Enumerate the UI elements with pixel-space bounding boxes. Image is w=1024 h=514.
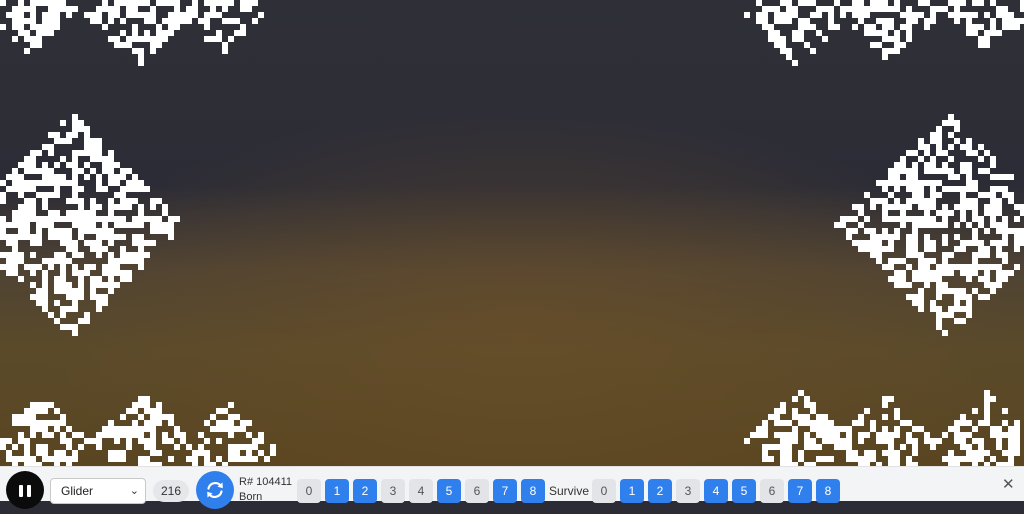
survive-toggle-0[interactable]: 0 <box>592 479 616 503</box>
survive-toggle-5[interactable]: 5 <box>732 479 756 503</box>
close-icon[interactable]: ✕ <box>1002 475 1015 493</box>
pattern-select[interactable]: Glider ⌄ <box>50 478 146 504</box>
born-toggle-0[interactable]: 0 <box>297 479 321 503</box>
pause-icon <box>19 485 23 497</box>
pause-icon-bar <box>27 485 31 497</box>
born-toggle-5[interactable]: 5 <box>437 479 461 503</box>
born-toggle-2[interactable]: 2 <box>353 479 377 503</box>
generation-counter: 216 <box>153 480 189 502</box>
survive-toggle-8[interactable]: 8 <box>816 479 840 503</box>
survive-label: Survive <box>549 484 590 498</box>
born-toggle-7[interactable]: 7 <box>493 479 517 503</box>
reseed-button[interactable] <box>196 471 234 509</box>
cell-grid <box>0 0 1024 466</box>
born-label: Born <box>239 491 263 503</box>
survive-toggle-6[interactable]: 6 <box>760 479 784 503</box>
born-toggle-3[interactable]: 3 <box>381 479 405 503</box>
survive-toggle-7[interactable]: 7 <box>788 479 812 503</box>
survive-toggle-2[interactable]: 2 <box>648 479 672 503</box>
pattern-select-value: Glider <box>61 484 94 498</box>
seed-label: R# 104411 <box>239 476 293 488</box>
born-toggle-6[interactable]: 6 <box>465 479 489 503</box>
survive-toggle-3[interactable]: 3 <box>676 479 700 503</box>
born-toggle-4[interactable]: 4 <box>409 479 433 503</box>
survive-toggle-4[interactable]: 4 <box>704 479 728 503</box>
refresh-icon <box>207 482 223 498</box>
live-cells <box>0 0 1024 466</box>
born-toggle-8[interactable]: 8 <box>521 479 545 503</box>
chevron-down-icon: ⌄ <box>129 485 139 497</box>
survive-toggle-1[interactable]: 1 <box>620 479 644 503</box>
toolbar: Glider ⌄ 216 R# 104411 Born 012345678 Su… <box>0 466 1024 509</box>
born-toggle-1[interactable]: 1 <box>325 479 349 503</box>
simulation-canvas[interactable] <box>0 0 1024 466</box>
pause-button[interactable] <box>6 471 44 509</box>
